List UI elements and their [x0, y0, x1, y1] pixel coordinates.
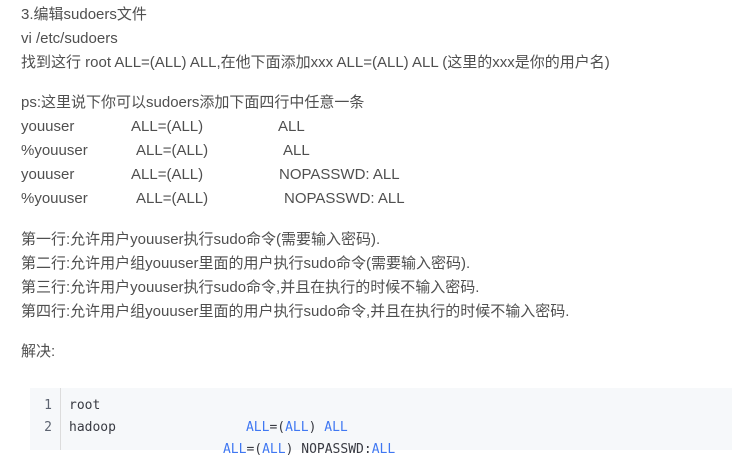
code-keyword: ALL [262, 442, 286, 457]
rule-command: NOPASSWD: ALL [284, 190, 405, 207]
rule-hosts: ALL=(ALL) [131, 166, 204, 183]
code-line: 1 root ALL=(ALL) ALL [30, 395, 732, 435]
code-punct: ) NOPASSWD: [285, 442, 372, 457]
rule-command: NOPASSWD: ALL [279, 166, 400, 183]
code-user: root [69, 398, 101, 413]
section-heading: 3.编辑sudoers文件 [21, 6, 147, 23]
sudo-rule-row: youuser ALL=(ALL) NOPASSWD: ALL [21, 165, 621, 185]
line-number: 1 [44, 398, 52, 413]
explanation-line: 第一行:允许用户youuser执行sudo命令(需要输入密码). [21, 231, 381, 248]
rule-user: youuser [21, 166, 75, 183]
rule-command: ALL [283, 142, 310, 159]
code-user: hadoop [69, 420, 116, 435]
sudo-rule-row: %youuser ALL=(ALL) ALL [21, 141, 621, 161]
command-line: vi /etc/sudoers [21, 30, 118, 47]
code-block[interactable]: 1 root ALL=(ALL) ALL 2 hadoop ALL=(ALL) … [30, 388, 732, 457]
ps-note: ps:这里说下你可以sudoers添加下面四行中任意一条 [21, 94, 365, 111]
rule-user: youuser [21, 118, 75, 135]
rule-command: ALL [278, 118, 305, 135]
code-keyword: ALL [371, 442, 396, 457]
rule-user: %youuser [21, 142, 88, 159]
code-punct: =( [246, 442, 263, 457]
solution-label: 解决: [21, 343, 56, 360]
rule-hosts: ALL=(ALL) [136, 190, 209, 207]
instruction-text: 找到这行 root ALL=(ALL) ALL,在他下面添加xxx ALL=(A… [21, 54, 610, 71]
code-line: 2 hadoop ALL=(ALL) NOPASSWD:ALL [30, 417, 732, 457]
explanation-line: 第四行:允许用户组youuser里面的用户执行sudo命令,并且在执行的时候不输… [21, 303, 570, 320]
line-number: 2 [44, 420, 52, 435]
rule-hosts: ALL=(ALL) [136, 142, 209, 159]
rule-user: %youuser [21, 190, 88, 207]
sudo-rule-row: %youuser ALL=(ALL) NOPASSWD: ALL [21, 189, 621, 209]
code-spec: ALL=(ALL) NOPASSWD:ALL [176, 417, 395, 466]
explanation-line: 第三行:允许用户youuser执行sudo命令,并且在执行的时候不输入密码. [21, 279, 480, 296]
explanation-line: 第二行:允许用户组youuser里面的用户执行sudo命令(需要输入密码). [21, 255, 471, 272]
code-keyword: ALL [222, 442, 247, 457]
sudo-rule-row: youuser ALL=(ALL) ALL [21, 117, 621, 137]
rule-hosts: ALL=(ALL) [131, 118, 204, 135]
